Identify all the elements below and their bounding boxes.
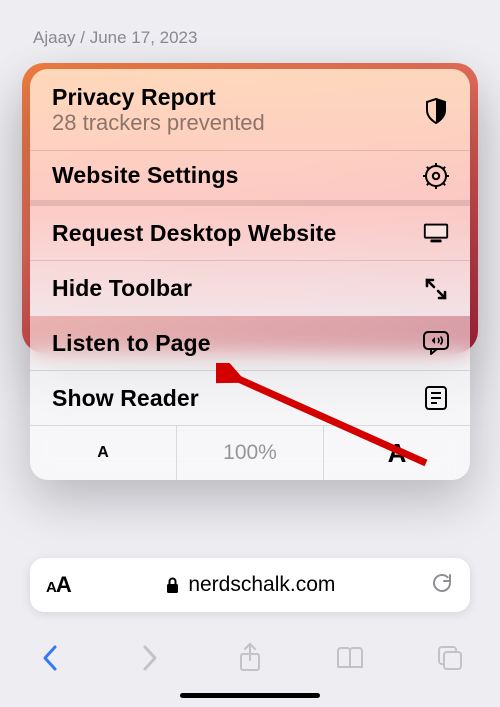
request-desktop-website-button[interactable]: Request Desktop Website — [30, 206, 470, 261]
show-reader-button[interactable]: Show Reader — [30, 371, 470, 426]
reader-icon — [422, 384, 450, 412]
bookmarks-button[interactable] — [318, 636, 382, 680]
byline: Ajaay / June 17, 2023 — [33, 28, 197, 48]
url-display[interactable]: nerdschalk.com — [71, 573, 430, 597]
lock-icon — [165, 576, 180, 594]
home-indicator[interactable] — [180, 693, 320, 698]
zoom-in-button[interactable]: A — [324, 426, 470, 480]
share-button[interactable] — [218, 636, 282, 680]
zoom-reset-button[interactable]: 100% — [177, 426, 324, 480]
reload-button[interactable] — [430, 571, 454, 600]
back-button[interactable] — [18, 636, 82, 680]
byline-author: Ajaay — [33, 28, 76, 47]
address-bar[interactable]: AA nerdschalk.com — [30, 558, 470, 612]
website-settings-button[interactable]: Website Settings — [30, 151, 470, 206]
page-settings-menu: Privacy Report 28 trackers prevented Web… — [30, 69, 470, 480]
privacy-report-title: Privacy Report — [52, 84, 216, 111]
speech-bubble-sound-icon — [422, 329, 450, 357]
hide-toolbar-button[interactable]: Hide Toolbar — [30, 261, 470, 316]
tabs-button[interactable] — [418, 636, 482, 680]
desktop-icon — [422, 219, 450, 247]
forward-button — [118, 636, 182, 680]
zoom-out-button[interactable]: A — [30, 426, 177, 480]
text-zoom-control: A 100% A — [30, 426, 470, 480]
privacy-report-button[interactable]: Privacy Report 28 trackers prevented — [30, 69, 470, 151]
privacy-report-subtitle: 28 trackers prevented — [52, 110, 265, 136]
byline-date: June 17, 2023 — [90, 28, 198, 47]
shield-icon — [422, 97, 450, 125]
gear-icon — [422, 162, 450, 190]
expand-arrows-icon — [422, 275, 450, 303]
text-size-button[interactable]: AA — [46, 572, 71, 598]
listen-to-page-button[interactable]: Listen to Page — [30, 316, 470, 371]
bottom-toolbar — [0, 628, 500, 688]
